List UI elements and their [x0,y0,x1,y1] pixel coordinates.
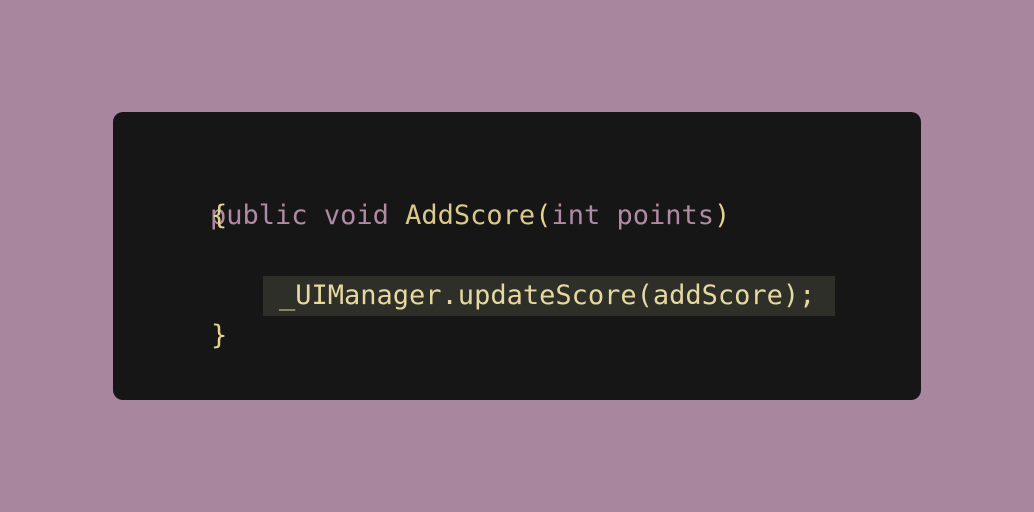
paren-close: ) [714,200,731,231]
function-name: AddScore [405,200,536,231]
keyword-void: void [323,200,389,231]
code-line-close-brace: } [211,320,228,351]
code-line-signature: public void AddScore(int points) [145,156,730,231]
code-line-update-score: _UIManager.updateScore(addScore); [279,280,816,311]
paren-open: ( [535,200,552,231]
code-line-open-brace: { [211,200,228,231]
parameter-points: points [616,200,715,231]
code-editor-panel: public void AddScore(int points) { addSc… [113,112,921,400]
code-line-add-score: addScore += points; [279,236,653,311]
keyword-int: int [551,200,601,231]
